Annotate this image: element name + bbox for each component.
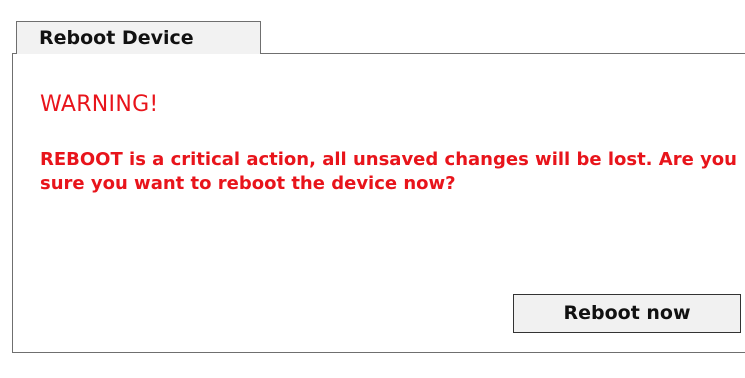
tab-reboot-device[interactable]: Reboot Device	[16, 21, 261, 54]
reboot-now-button[interactable]: Reboot now	[513, 294, 741, 333]
reboot-page: Reboot Device WARNING! REBOOT is a criti…	[0, 0, 745, 378]
warning-title: WARNING!	[40, 92, 159, 117]
warning-message: REBOOT is a critical action, all unsaved…	[40, 149, 737, 194]
